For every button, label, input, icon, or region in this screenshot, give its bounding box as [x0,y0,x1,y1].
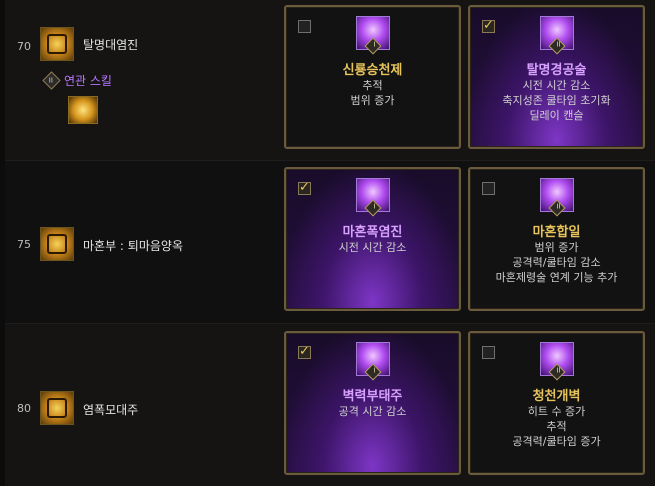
option-description: 추적 범위 증가 [350,79,395,107]
option-description: 범위 증가 공격력/쿨타임 감소 마혼제령술 연계 기능 추가 [495,241,618,284]
tripod-row-level-70: 70 탈명대염진 II 연관 스킬 I 신룡승천제 추적 범위 증가 II 탈명… [5,0,655,160]
option-checkbox-checked[interactable] [482,18,495,33]
skill-name: 마혼부 : 퇴마음양옥 [83,239,183,253]
tripod-option-card-selected[interactable]: II 탈명경공술 시전 시간 감소 축지성존 쿨타임 초기화 딜레이 캔슬 [468,5,645,149]
option-title: 신룡승천제 [342,63,403,78]
option-title: 청천개벽 [532,389,581,404]
option-checkbox-checked[interactable] [298,344,311,359]
option-title: 마혼합일 [532,225,581,240]
option-title: 탈명경공술 [526,63,587,78]
skill-icon [40,391,74,425]
tripod-option-card[interactable]: I 신룡승천제 추적 범위 증가 [284,5,461,149]
tripod-option-card-selected[interactable]: I 마혼폭염진 시전 시간 감소 [284,167,461,311]
option-title: 벽력부태주 [342,389,403,404]
tripod-option-card-selected[interactable]: I 벽력부태주 공격 시간 감소 [284,331,461,475]
tripod-row-level-80: 80 염폭모대주 I 벽력부태주 공격 시간 감소 II 청천개벽 히트 수 증… [5,323,655,486]
tripod-option-card[interactable]: II 청천개벽 히트 수 증가 추적 공격력/쿨타임 증가 [468,331,645,475]
option-description: 히트 수 증가 추적 공격력/쿨타임 증가 [512,405,601,448]
related-skill-text: 연관 스킬 [64,74,112,88]
option-title: 마혼폭염진 [342,225,403,240]
skill-icon [40,227,74,261]
tripod-row-level-75: 75 마혼부 : 퇴마음양옥 I 마혼폭염진 시전 시간 감소 II 마혼합일 … [5,160,655,323]
tier-badge-icon: II [42,71,61,90]
option-description: 공격 시간 감소 [338,405,407,418]
related-skill-icon[interactable] [68,96,98,124]
option-description: 시전 시간 감소 [338,241,407,254]
option-checkbox[interactable] [482,346,495,359]
skill-level: 75 [17,238,31,251]
skill-name: 탈명대염진 [83,38,139,52]
option-checkbox[interactable] [482,182,495,195]
tripod-option-card[interactable]: II 마혼합일 범위 증가 공격력/쿨타임 감소 마혼제령술 연계 기능 추가 [468,167,645,311]
skill-level: 70 [17,40,31,53]
option-description: 시전 시간 감소 축지성존 쿨타임 초기화 딜레이 캔슬 [502,79,611,122]
option-checkbox-checked[interactable] [298,180,311,195]
related-skill-label: II 연관 스킬 [42,71,112,90]
option-checkbox[interactable] [298,20,311,33]
skill-icon [40,27,74,61]
skill-level: 80 [17,402,31,415]
skill-name: 염폭모대주 [83,403,139,417]
